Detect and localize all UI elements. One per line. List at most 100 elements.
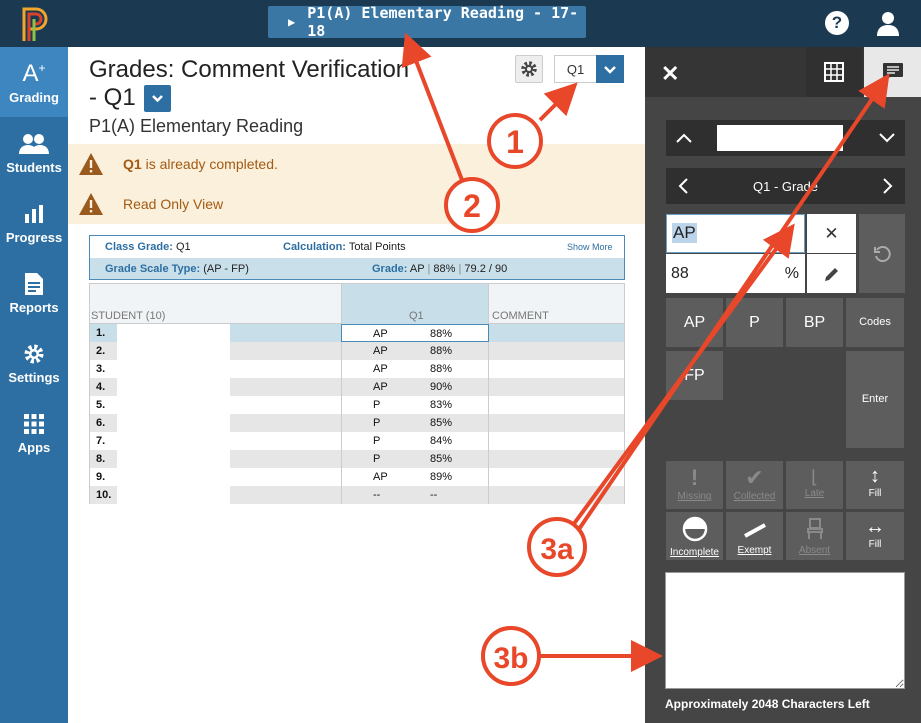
grade-bp-button[interactable]: BP [786, 298, 843, 347]
grading-icon: A+ [22, 60, 46, 87]
row-number: 9. [96, 471, 106, 483]
late-button[interactable]: ⌊ Late [786, 461, 843, 509]
q1-grade-cell[interactable]: -- -- [341, 486, 489, 504]
missing-button[interactable]: ! Missing [666, 461, 723, 509]
chevron-down-icon[interactable] [877, 128, 897, 148]
table-row[interactable]: 4. AP 90% [90, 378, 624, 396]
table-row[interactable]: 5. P 83% [90, 396, 624, 414]
student-name-redacted [117, 342, 230, 360]
comment-cell[interactable] [490, 486, 625, 504]
table-row[interactable]: 7. P 84% [90, 432, 624, 450]
nav-apps[interactable]: Apps [0, 397, 68, 467]
fill-horizontal-button[interactable]: ↔ Fill [846, 512, 904, 560]
grade-input[interactable]: AP [666, 214, 805, 253]
exempt-button[interactable]: Exempt [726, 512, 783, 560]
table-row[interactable]: 6. P 85% [90, 414, 624, 432]
student-name-redacted [117, 414, 230, 432]
panel-header: ✕ [645, 47, 921, 97]
q1-grade-cell[interactable]: P 85% [341, 414, 489, 432]
percent-input[interactable]: 88 % [666, 254, 805, 293]
chevron-right-icon[interactable] [877, 176, 897, 196]
absent-button[interactable]: Absent [786, 512, 843, 560]
nav-progress[interactable]: Progress [0, 187, 68, 257]
q1-grade-cell[interactable]: AP 88% [341, 324, 489, 342]
grade-letter: P [373, 435, 381, 447]
fill-vertical-button[interactable]: ↕ Fill [846, 461, 904, 509]
q1-grade-cell[interactable]: P 84% [341, 432, 489, 450]
comment-cell[interactable] [490, 324, 625, 342]
missing-label: Missing [677, 491, 712, 502]
nav-grading[interactable]: A+ Grading [0, 47, 68, 117]
nav-reports[interactable]: Reports [0, 257, 68, 327]
q1-grade-cell[interactable]: P 85% [341, 450, 489, 468]
q1-column-header[interactable]: Q1 [341, 284, 489, 324]
q1-grade-cell[interactable]: AP 89% [341, 468, 489, 486]
incomplete-icon [682, 516, 707, 542]
exempt-icon [743, 523, 766, 538]
grade-percent: 83% [430, 399, 453, 411]
nav-settings[interactable]: Settings [0, 327, 68, 397]
close-icon[interactable]: ✕ [661, 61, 679, 87]
fill-label: Fill [868, 488, 882, 499]
enter-button[interactable]: Enter [846, 351, 904, 448]
student-column-header[interactable]: STUDENT (10) [91, 310, 165, 322]
class-name: P1(A) Elementary Reading - 17-18 [307, 4, 579, 40]
nav-label: Progress [5, 230, 63, 245]
comment-cell[interactable] [490, 432, 625, 450]
title-dropdown-button[interactable] [143, 85, 171, 113]
late-label: Late [804, 488, 825, 499]
row-number: 4. [96, 381, 106, 393]
students-icon [0, 129, 68, 159]
show-more-link[interactable]: Show More [567, 242, 613, 252]
table-row[interactable]: 3. AP 88% [90, 360, 624, 378]
chevron-up-icon[interactable] [674, 128, 694, 148]
settings-gear-button[interactable] [515, 55, 543, 83]
side-navigation: A+ Grading Students Progress Reports Set… [0, 47, 68, 723]
nav-label: Students [6, 160, 62, 175]
grade-ap-button[interactable]: AP [666, 298, 723, 347]
collected-label: Collected [733, 491, 776, 502]
user-icon[interactable] [876, 10, 900, 36]
comment-textarea[interactable] [665, 572, 905, 689]
table-row[interactable]: 10. -- -- [90, 486, 624, 504]
comment-cell[interactable] [490, 360, 625, 378]
table-row[interactable]: 9. AP 89% [90, 468, 624, 486]
codes-button[interactable]: Codes [846, 298, 904, 347]
q1-grade-cell[interactable]: AP 90% [341, 378, 489, 396]
calculation-label: Calculation: [283, 241, 346, 253]
assignment-navigator: Q1 - Grade [666, 168, 905, 204]
grade-fp-button[interactable]: FP [666, 351, 723, 400]
grade-letter: AP [409, 262, 425, 275]
class-selector-button[interactable]: ▶ P1(A) Elementary Reading - 17-18 [268, 4, 586, 40]
collected-button[interactable]: ✔ Collected [726, 461, 783, 509]
comment-cell[interactable] [490, 378, 625, 396]
student-name-redacted [117, 378, 230, 396]
comment-cell[interactable] [490, 450, 625, 468]
q1-grade-cell[interactable]: AP 88% [341, 360, 489, 378]
pencil-icon [824, 267, 838, 281]
table-row[interactable]: 2. AP 88% [90, 342, 624, 360]
comment-cell[interactable] [490, 396, 625, 414]
progress-icon [0, 199, 68, 229]
help-icon[interactable]: ? [825, 11, 849, 35]
table-row[interactable]: 1. AP 88% [90, 324, 624, 342]
nav-students[interactable]: Students [0, 117, 68, 187]
table-row[interactable]: 8. P 85% [90, 450, 624, 468]
q1-grade-cell[interactable]: AP 88% [341, 342, 489, 360]
comment-cell[interactable] [490, 414, 625, 432]
comment-cell[interactable] [490, 468, 625, 486]
close-icon: ✕ [824, 223, 839, 243]
powerschool-logo[interactable] [20, 5, 54, 43]
undo-button[interactable] [859, 214, 905, 293]
q1-grade-cell[interactable]: P 83% [341, 396, 489, 414]
grade-letter: P [373, 453, 381, 465]
grade-p-button[interactable]: P [726, 298, 783, 347]
term-select[interactable]: Q1 [554, 54, 624, 83]
clear-grade-button[interactable]: ✕ [807, 214, 856, 253]
edit-percent-button[interactable] [807, 254, 856, 293]
chevron-down-icon [151, 95, 163, 103]
incomplete-button[interactable]: Incomplete [666, 512, 723, 560]
comment-tab[interactable] [864, 47, 921, 97]
grid-view-tab[interactable] [806, 47, 862, 97]
comment-cell[interactable] [490, 342, 625, 360]
